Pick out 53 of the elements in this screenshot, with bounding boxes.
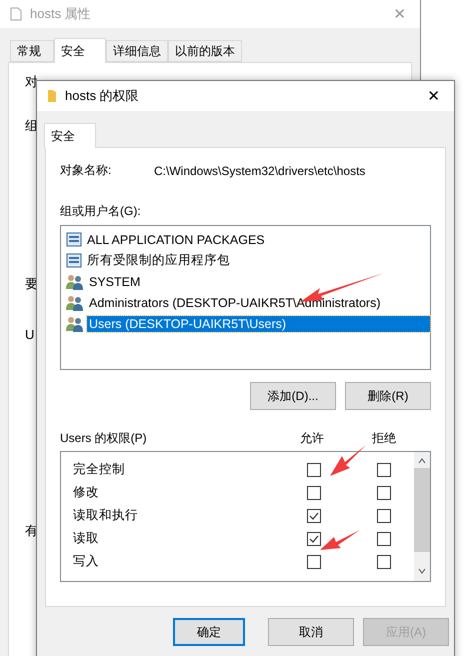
folder-icon: [47, 89, 57, 103]
user-list-item[interactable]: 所有受限制的应用程序包: [85, 251, 430, 270]
permission-name: 修改: [73, 484, 100, 501]
users-icon: [66, 274, 84, 290]
users-icon: [66, 316, 84, 332]
user-list-item[interactable]: ALL APPLICATION PACKAGES: [85, 232, 430, 248]
permissions-label: Users 的权限(P): [60, 430, 148, 447]
tab[interactable]: 以前的版本: [168, 40, 242, 62]
close-button[interactable]: ✕: [423, 87, 444, 105]
checkbox[interactable]: [307, 486, 321, 500]
checkbox[interactable]: [377, 532, 391, 546]
checkbox[interactable]: [377, 554, 391, 568]
dialog-button[interactable]: 添加(D)...: [250, 382, 336, 410]
tab[interactable]: 常规: [10, 40, 54, 62]
checkbox[interactable]: [307, 508, 321, 522]
document-icon: [10, 7, 22, 21]
checkbox[interactable]: [377, 486, 391, 500]
tab[interactable]: 详细信息: [106, 40, 168, 62]
checkbox[interactable]: [307, 532, 321, 546]
window-title: hosts 属性: [30, 5, 92, 23]
package-icon: [66, 252, 82, 268]
package-icon: [66, 232, 82, 248]
checkbox[interactable]: [377, 508, 391, 522]
user-list-item[interactable]: Administrators (DESKTOP-UAIKR5T\Administrators): [87, 294, 430, 310]
user-list-item[interactable]: SYSTEM: [87, 274, 430, 290]
annotation-arrow: [330, 445, 366, 476]
label: U: [25, 327, 36, 342]
check-icon: [309, 534, 319, 544]
scroll-down-icon: [418, 568, 426, 574]
check-icon: [309, 510, 319, 520]
annotation-arrow: [320, 530, 360, 550]
permission-name: 完全控制: [73, 461, 126, 478]
checkbox[interactable]: [377, 462, 391, 476]
permission-name: 写入: [73, 553, 100, 570]
users-label: 组或用户名(G):: [60, 203, 141, 220]
dialog-button[interactable]: 取消: [268, 618, 354, 646]
column-header: 拒绝: [372, 430, 397, 447]
tab[interactable]: 安全: [54, 38, 106, 63]
checkbox[interactable]: [307, 554, 321, 568]
object-path: C:\Windows\System32\drivers\etc\hosts: [154, 164, 366, 178]
dialog-button[interactable]: 确定: [173, 618, 245, 646]
column-header: 允许: [300, 430, 325, 447]
scrollbar[interactable]: [414, 452, 430, 581]
window-title: hosts 的权限: [65, 87, 140, 105]
checkbox[interactable]: [307, 462, 321, 476]
permission-name: 读取: [73, 530, 100, 547]
users-icon: [66, 294, 84, 310]
dialog-button[interactable]: 删除(R): [345, 382, 431, 410]
permission-name: 读取和执行: [73, 507, 139, 524]
tab[interactable]: 安全: [44, 123, 96, 148]
user-list-item[interactable]: Users (DESKTOP-UAIKR5T\Users): [87, 316, 430, 332]
scroll-up-icon: [418, 458, 426, 464]
object-name-label: 对象名称:: [60, 162, 112, 179]
